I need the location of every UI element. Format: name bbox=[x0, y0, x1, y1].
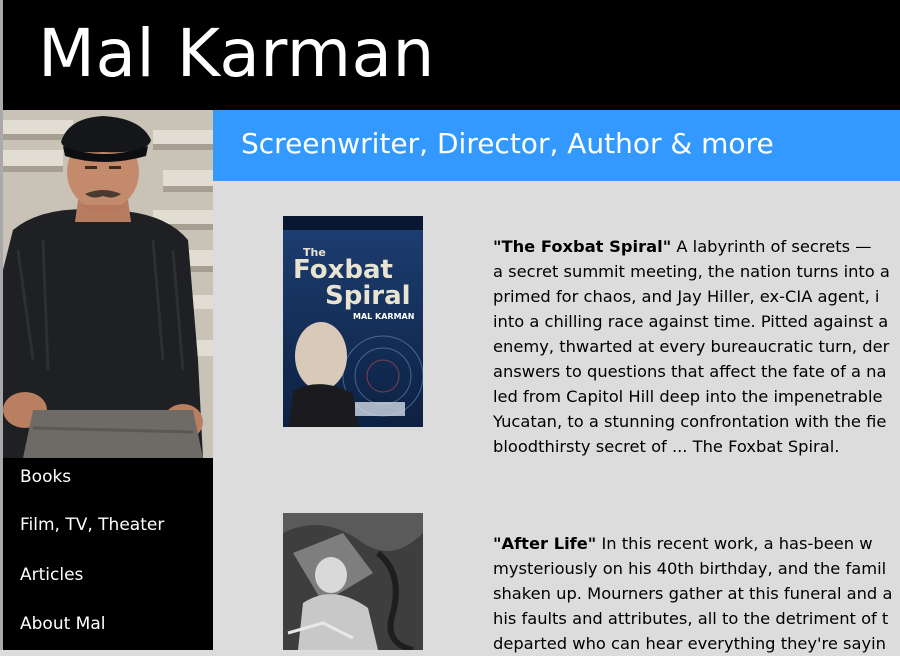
desc-line: led from Capitol Hill deep into the impe… bbox=[493, 387, 883, 406]
foxbat-spiral-cover[interactable]: The Foxbat Spiral MAL KARMAN bbox=[283, 216, 423, 427]
tagline: Screenwriter, Director, Author & more bbox=[241, 127, 774, 160]
desc-line: a secret summit meeting, the nation turn… bbox=[493, 262, 890, 281]
desc-line: primed for chaos, and Jay Hiller, ex-CIA… bbox=[493, 287, 880, 306]
desc-line: enemy, thwarted at every bureaucratic tu… bbox=[493, 337, 890, 356]
site-title: Mal Karman bbox=[38, 15, 435, 92]
tagline-bar: Screenwriter, Director, Author & more bbox=[213, 110, 900, 181]
desc-line: shaken up. Mourners gather at this funer… bbox=[493, 584, 893, 603]
desc-line: A labyrinth of secrets — bbox=[676, 237, 872, 256]
site-header: Mal Karman bbox=[3, 0, 900, 110]
desc-line: mysteriously on his 40th birthday, and t… bbox=[493, 559, 887, 578]
desc-line: Yucatan, to a stunning confrontation wit… bbox=[493, 412, 887, 431]
author-portrait bbox=[3, 110, 213, 458]
nav-item-about-mal[interactable]: About Mal bbox=[20, 613, 105, 635]
foxbat-spiral-description: "The Foxbat Spiral" A labyrinth of secre… bbox=[493, 234, 900, 459]
after-life-description: "After Life" In this recent work, a has-… bbox=[493, 531, 900, 656]
nav-item-articles[interactable]: Articles bbox=[20, 564, 83, 586]
desc-line: his faults and attributes, all to the de… bbox=[493, 609, 889, 628]
desc-line: In this recent work, a has-been w bbox=[601, 534, 873, 553]
nav-item-books[interactable]: Books bbox=[20, 466, 71, 488]
nav-item-film-tv-theater[interactable]: Film, TV, Theater bbox=[20, 514, 164, 536]
after-life-title[interactable]: "After Life" bbox=[493, 534, 596, 553]
desc-line: answers to questions that affect the fat… bbox=[493, 362, 887, 381]
desc-line: into a chilling race against time. Pitte… bbox=[493, 312, 889, 331]
after-life-cover[interactable] bbox=[283, 513, 423, 650]
desc-line: departed who can hear everything they're… bbox=[493, 634, 886, 653]
desc-line: bloodthirsty secret of ... The Foxbat Sp… bbox=[493, 437, 840, 456]
cover-title-spiral: Spiral bbox=[325, 281, 411, 311]
cover-author: MAL KARMAN bbox=[353, 312, 414, 321]
sidebar-nav: Books Film, TV, Theater Articles About M… bbox=[3, 458, 213, 650]
foxbat-spiral-title[interactable]: "The Foxbat Spiral" bbox=[493, 237, 671, 256]
